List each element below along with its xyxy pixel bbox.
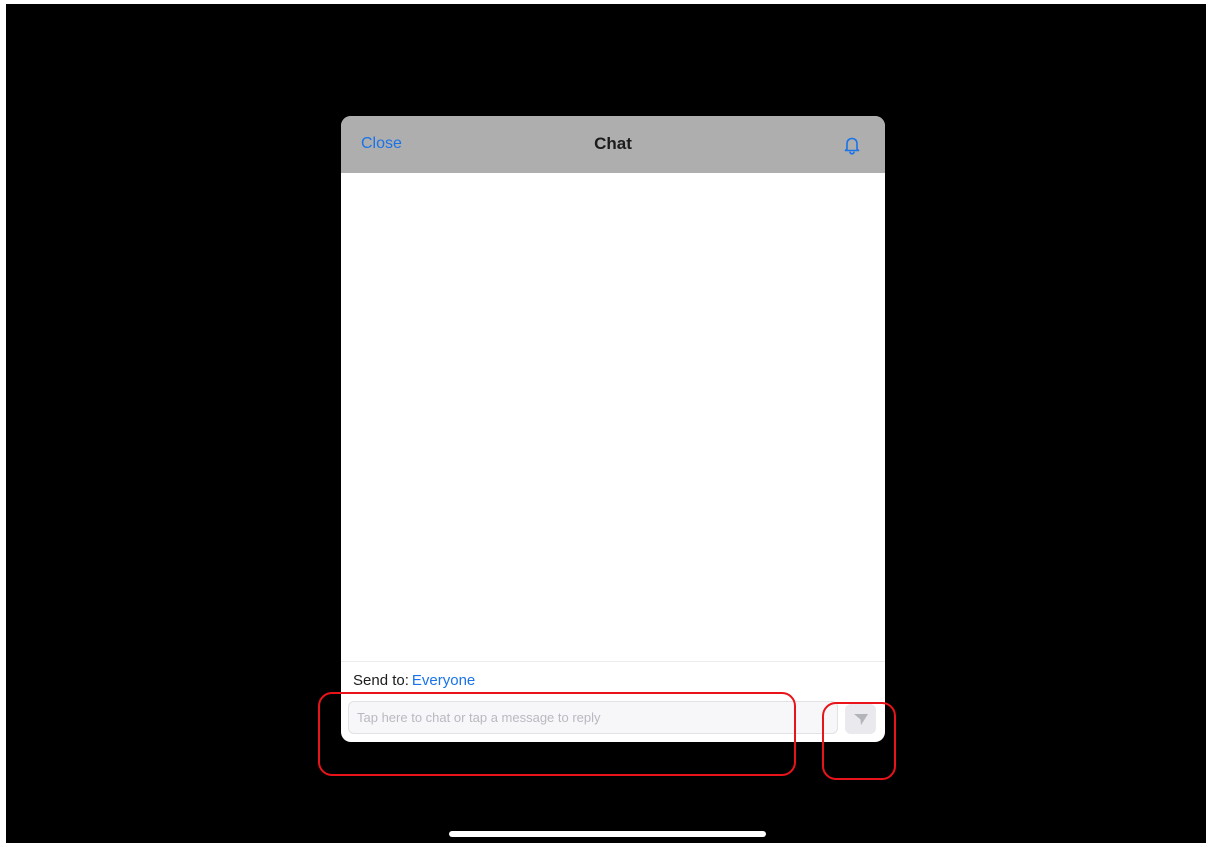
input-highlight-box — [318, 692, 796, 776]
message-list[interactable] — [341, 173, 885, 661]
send-to-label: Send to: — [353, 672, 409, 689]
recipient-selector[interactable]: Everyone — [412, 672, 475, 689]
chat-header: Close Chat — [341, 116, 885, 173]
send-highlight-box — [822, 702, 896, 780]
chat-title: Chat — [594, 134, 632, 153]
send-to-row: Send to: Everyone — [353, 672, 475, 689]
chat-panel: Close Chat Send to: Everyone — [341, 116, 885, 742]
home-indicator[interactable] — [449, 831, 766, 837]
bell-icon[interactable] — [841, 134, 863, 156]
divider — [341, 661, 885, 662]
